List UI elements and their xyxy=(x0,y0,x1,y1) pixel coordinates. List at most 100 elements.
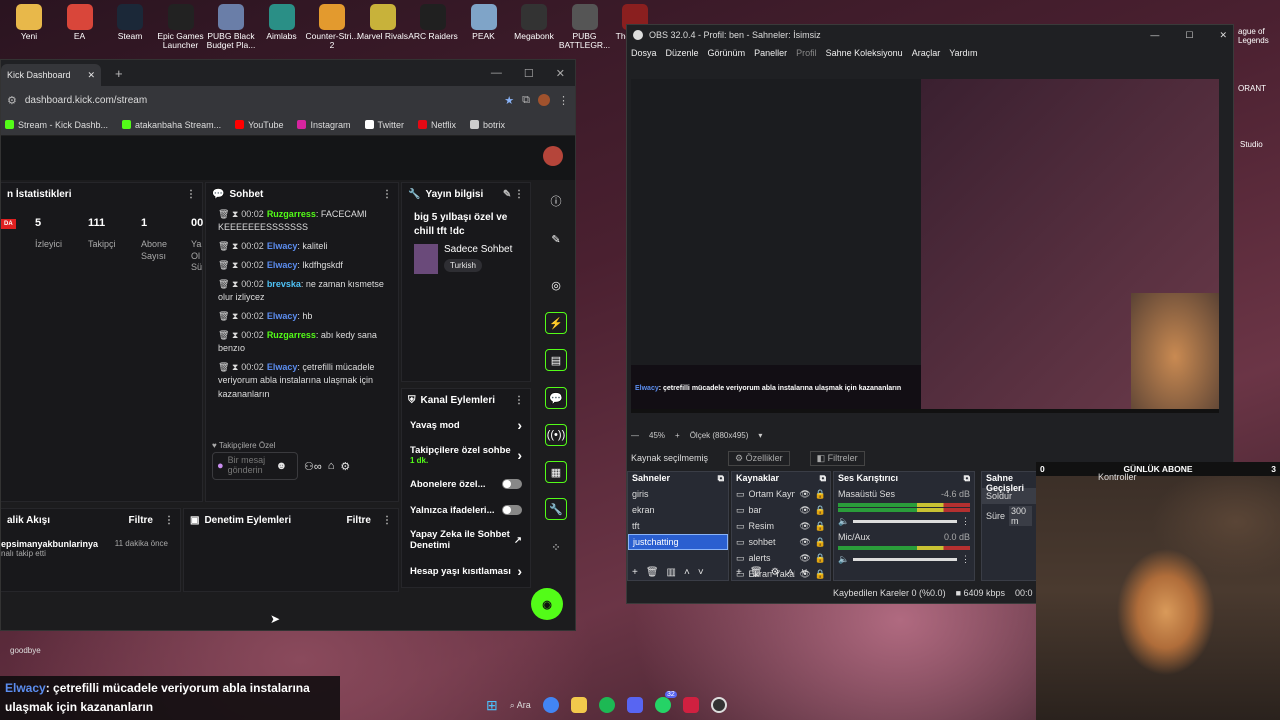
obs-maximize-icon[interactable]: ☐ xyxy=(1185,30,1193,41)
tools-icon[interactable]: 🔧 xyxy=(545,498,567,520)
bookmark-item[interactable]: Twitter xyxy=(364,120,404,130)
add-source-icon[interactable]: + xyxy=(736,567,742,578)
chat-username[interactable]: brevska xyxy=(267,279,301,289)
eye-icon[interactable]: 👁 xyxy=(799,521,810,532)
chat-username[interactable]: Elwacy xyxy=(267,362,298,372)
maximize-icon[interactable]: ☐ xyxy=(524,67,534,80)
timeout-icon[interactable]: ⧗ xyxy=(232,279,238,289)
timeout-icon[interactable]: ⧗ xyxy=(232,260,238,270)
zoom-in-icon[interactable]: + xyxy=(675,431,680,440)
obs-menu-item[interactable]: Sahne Koleksiyonu xyxy=(826,48,903,58)
eye-icon[interactable]: 👁 xyxy=(799,505,810,516)
bookmark-item[interactable]: YouTube xyxy=(235,120,283,130)
new-tab-icon[interactable]: + xyxy=(115,66,123,81)
browser-menu-icon[interactable]: ⋮ xyxy=(558,94,569,107)
source-down-icon[interactable]: ˅ xyxy=(801,567,807,578)
obs-menu-item[interactable]: Dosya xyxy=(631,48,657,58)
chat-username[interactable]: Ruzgarress xyxy=(267,330,316,340)
edit-icon[interactable]: ✎ ⋮ xyxy=(503,189,524,200)
extensions-icon[interactable]: ⧉ xyxy=(522,94,530,107)
delete-icon[interactable]: 🗑 xyxy=(218,279,229,289)
mic-speaker-icon[interactable]: 🔈 xyxy=(838,554,849,565)
desktop-icon[interactable]: Steam xyxy=(101,4,159,41)
emoji-icon[interactable]: ☻ xyxy=(276,460,288,472)
obs-close-icon[interactable]: ✕ xyxy=(1219,30,1227,41)
layout-icon[interactable]: ▦ xyxy=(545,461,567,483)
site-info-icon[interactable]: ⚙ xyxy=(7,94,17,107)
pen-icon[interactable]: ✎ xyxy=(545,228,567,250)
delete-icon[interactable]: 🗑 xyxy=(218,209,229,219)
lock-icon[interactable]: 🔒 xyxy=(815,569,826,580)
bookmark-item[interactable]: Instagram xyxy=(297,120,351,130)
chat-settings-icon[interactable]: ⚙ xyxy=(340,460,350,473)
chat-username[interactable]: Ruzgarress xyxy=(267,209,316,219)
scene-item[interactable]: tft xyxy=(628,518,728,534)
activity-more-icon[interactable]: ⋮ xyxy=(164,515,174,526)
properties-button[interactable]: ⚙ Özellikler xyxy=(728,450,790,466)
desktop-icon[interactable]: PUBG Black Budget Pla... xyxy=(202,4,260,51)
desktop-icon[interactable]: Megabonk xyxy=(505,4,563,41)
discord-icon[interactable] xyxy=(626,697,643,713)
file-explorer-icon[interactable] xyxy=(570,697,587,713)
toggle-switch[interactable] xyxy=(502,505,522,515)
timeout-icon[interactable]: ⧗ xyxy=(232,241,238,251)
mic-icon[interactable]: ● xyxy=(217,460,224,472)
source-item[interactable]: ▭Ortam Kaynağı👁 🔒 xyxy=(732,486,830,502)
scene-filter-icon[interactable]: ▥ xyxy=(667,567,676,578)
channel-action-item[interactable]: Takipçilere özel sohbe 1 dk. › xyxy=(402,439,530,471)
obs-preview[interactable]: Elwacy: çetrefilli mücadele veriyorum ab… xyxy=(631,79,1219,413)
desktop-label-goodbye[interactable]: goodbye xyxy=(10,646,41,655)
chevron-right-icon[interactable]: › xyxy=(517,563,522,579)
lock-icon[interactable]: 🔒 xyxy=(815,489,826,500)
chat-more-icon[interactable]: ⋮ xyxy=(382,189,392,200)
delete-icon[interactable]: 🗑 xyxy=(218,330,229,340)
profile-icon[interactable] xyxy=(538,94,550,106)
desktop-mixer-menu-icon[interactable]: ⋮ xyxy=(961,516,970,527)
desktop-icon[interactable]: PUBG BATTLEGR... xyxy=(556,4,614,51)
moderation-filter-button[interactable]: Filtre xyxy=(347,515,371,526)
store-icon[interactable]: ⌂ xyxy=(328,460,335,472)
desktop-icon[interactable]: Epic Games Launcher xyxy=(152,4,210,51)
channel-action-item[interactable]: Yapay Zeka ile Sohbet Denetimi ↗ xyxy=(402,523,530,557)
live-go-button[interactable]: ◉ xyxy=(531,588,563,620)
obs-menu-item[interactable]: Paneller xyxy=(754,48,787,58)
close-tab-icon[interactable]: ✕ xyxy=(87,70,95,81)
lock-icon[interactable]: 🔒 xyxy=(815,521,826,532)
duration-input[interactable]: 300 m xyxy=(1009,506,1032,526)
obs-taskbar-icon[interactable] xyxy=(710,697,727,713)
delete-icon[interactable]: 🗑 xyxy=(218,260,229,270)
chat-username[interactable]: Elwacy xyxy=(267,311,298,321)
desktop-volume-slider[interactable] xyxy=(853,519,957,523)
sources-dock-icon[interactable]: ⧉ xyxy=(820,473,826,485)
taskbar-search[interactable]: ⌕ Ara xyxy=(510,700,531,711)
chat-message[interactable]: 🗑 ⧗ 00:02 Elwacy: kaliteli xyxy=(206,237,398,256)
tab-kick-dashboard[interactable]: Kick Dashboard ✕ xyxy=(1,64,101,86)
desktop-icon[interactable]: Yeni xyxy=(0,4,58,41)
bolt-icon[interactable]: ⚡ xyxy=(545,312,567,334)
obs-menu-item[interactable]: Araçlar xyxy=(912,48,941,58)
whatsapp-icon[interactable]: 32 xyxy=(654,691,677,713)
activity-filter-button[interactable]: Filtre xyxy=(129,515,153,526)
target-icon[interactable]: ◎ xyxy=(545,274,567,296)
external-link-icon[interactable]: ↗ xyxy=(514,535,522,546)
channel-action-item[interactable]: Yalnızca ifadeleri... xyxy=(402,497,530,523)
user-avatar[interactable] xyxy=(543,146,563,166)
eye-icon[interactable]: 👁 xyxy=(799,553,810,564)
chat-message[interactable]: 🗑 ⧗ 00:02 Elwacy: çetrefilli mücadele veri… xyxy=(206,358,398,403)
source-item[interactable]: ▭ bar 👁 🔒 xyxy=(732,502,830,518)
timeout-icon[interactable]: ⧗ xyxy=(232,330,238,340)
broadcast-icon[interactable]: ((•)) xyxy=(545,424,567,446)
desktop-icon[interactable]: PEAK xyxy=(455,4,513,41)
lock-icon[interactable]: 🔒 xyxy=(815,505,826,516)
desktop-icon[interactable]: ARC Raiders xyxy=(404,4,462,41)
move-up-icon[interactable]: ˄ xyxy=(684,567,690,578)
move-down-icon[interactable]: ˅ xyxy=(698,567,704,578)
scene-item[interactable]: ekran xyxy=(628,502,728,518)
actions-more-icon[interactable]: ⋮ xyxy=(514,395,524,406)
more-icon[interactable]: ⋮ xyxy=(186,189,196,200)
timeout-icon[interactable]: ⧗ xyxy=(232,209,238,219)
apps-icon[interactable]: ⁘ xyxy=(545,536,567,558)
source-item[interactable]: ▭ sohbet 👁 🔒 xyxy=(732,534,830,550)
source-up-icon[interactable]: ˄ xyxy=(788,567,794,578)
bookmark-item[interactable]: Netflix xyxy=(418,120,456,130)
